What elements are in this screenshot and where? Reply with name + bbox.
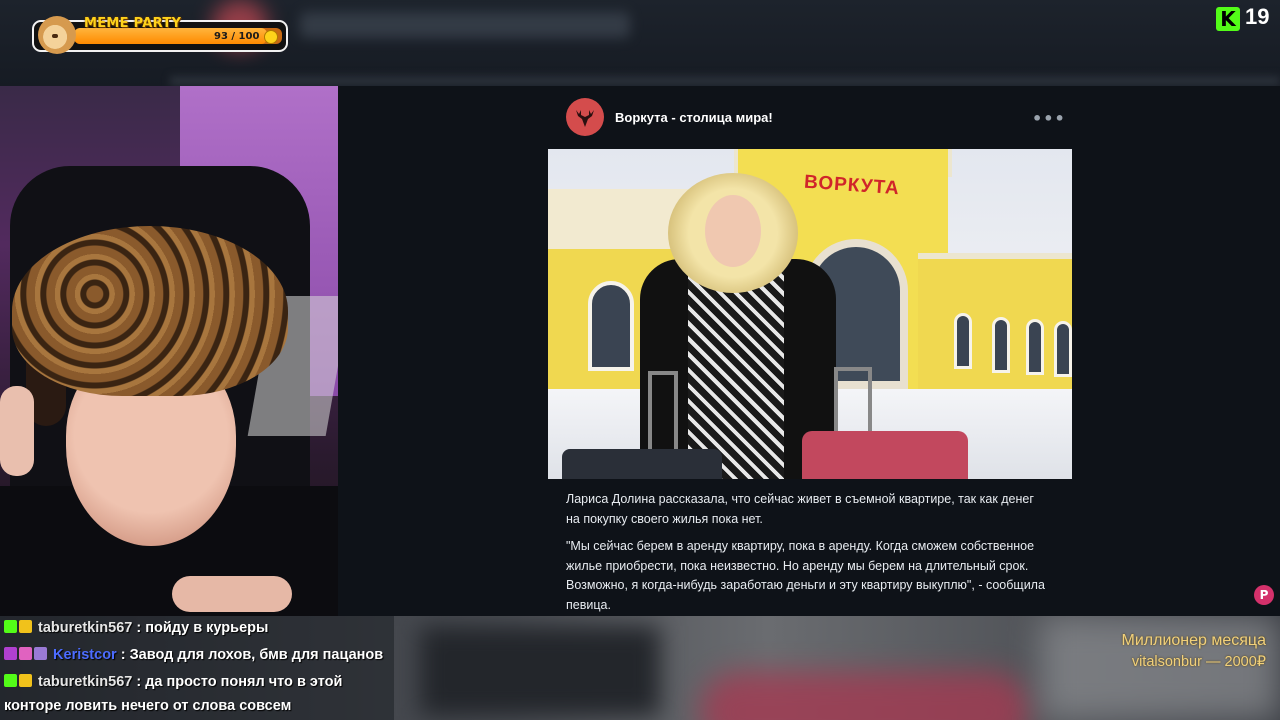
chat-text: пойду в курьеры — [145, 620, 269, 636]
window — [992, 317, 1010, 373]
window — [1054, 321, 1072, 377]
channel-avatar[interactable] — [566, 98, 604, 136]
webcam-feed — [0, 86, 338, 616]
leopard-hat — [12, 226, 288, 396]
chat-message-continuation: конторе ловить нечего от слова совсем — [4, 698, 291, 714]
kick-badge-icon — [4, 620, 17, 633]
millionaire-entry: vitalsonbur — 2000₽ — [1131, 654, 1266, 670]
heart-badge-icon — [19, 647, 32, 660]
chat-separator: : — [132, 674, 146, 690]
millionaire-title: Миллионер месяца — [1121, 632, 1266, 649]
chat-text: конторе ловить нечего от слова совсем — [4, 698, 292, 714]
chat-text: да просто понял что в этой — [145, 674, 343, 690]
kick-logo-icon: K — [1216, 7, 1240, 31]
window — [588, 281, 634, 371]
chat-text: Завод для лохов, бмв для пацанов — [129, 647, 384, 663]
doge-icon — [38, 16, 76, 54]
post-paragraph-2: "Мы сейчас берем в аренду квартиру, пока… — [566, 539, 1045, 612]
meme-party-count: 93 / 100 — [214, 31, 260, 42]
window — [1026, 319, 1044, 375]
post-paragraph-1: Лариса Долина рассказала, что сейчас жив… — [566, 492, 1034, 526]
blurred-title — [300, 12, 630, 38]
crown-badge-icon — [19, 674, 32, 687]
chat-separator: : — [116, 647, 130, 663]
chat-message: taburetkin567 : пойду в курьеры — [4, 620, 268, 636]
streamer-hand-left — [0, 386, 34, 476]
subscriber-badge-icon — [4, 647, 17, 660]
blur-shape — [420, 626, 660, 716]
millionaire-widget: Миллионер месяца vitalsonbur — 2000₽ — [1100, 632, 1266, 670]
chat-username[interactable]: Keristcor — [53, 647, 117, 663]
crown-badge-icon — [19, 620, 32, 633]
window — [954, 313, 972, 369]
chat-username[interactable]: taburetkin567 — [38, 674, 132, 690]
woman-dress — [688, 271, 784, 479]
pink-suitcase — [802, 431, 968, 479]
meme-party-widget: MEME PARTY 93 / 100 — [32, 16, 288, 54]
woman-face — [705, 195, 761, 267]
deer-icon — [576, 110, 594, 127]
viewer-count: 19 — [1245, 4, 1270, 29]
suitcase-handle — [834, 367, 872, 433]
black-suitcase — [562, 449, 722, 479]
post-photo[interactable]: ВОРКУТА — [548, 149, 1072, 479]
meme-party-title: MEME PARTY — [84, 16, 182, 31]
blurred-divider — [170, 76, 1280, 86]
more-options-icon[interactable]: ••• — [1032, 109, 1066, 128]
chat-separator: : — [132, 620, 146, 636]
chat-message: taburetkin567 : да просто понял что в эт… — [4, 674, 342, 690]
blur-shape — [700, 672, 1030, 720]
chat-message: Keristcor : Завод для лохов, бмв для пац… — [4, 647, 383, 663]
streamer-hand-right — [172, 576, 292, 612]
suitcase-handle — [648, 371, 678, 453]
channel-title[interactable]: Воркута - столица мира! — [615, 110, 773, 125]
r-badge-icon: P — [1254, 585, 1274, 605]
chat-overlay: taburetkin567 : пойду в курьеры Keristco… — [0, 616, 394, 720]
coin-icon — [264, 30, 278, 44]
chat-username[interactable]: taburetkin567 — [38, 620, 132, 636]
dice-badge-icon — [34, 647, 47, 660]
kick-badge-icon — [4, 674, 17, 687]
